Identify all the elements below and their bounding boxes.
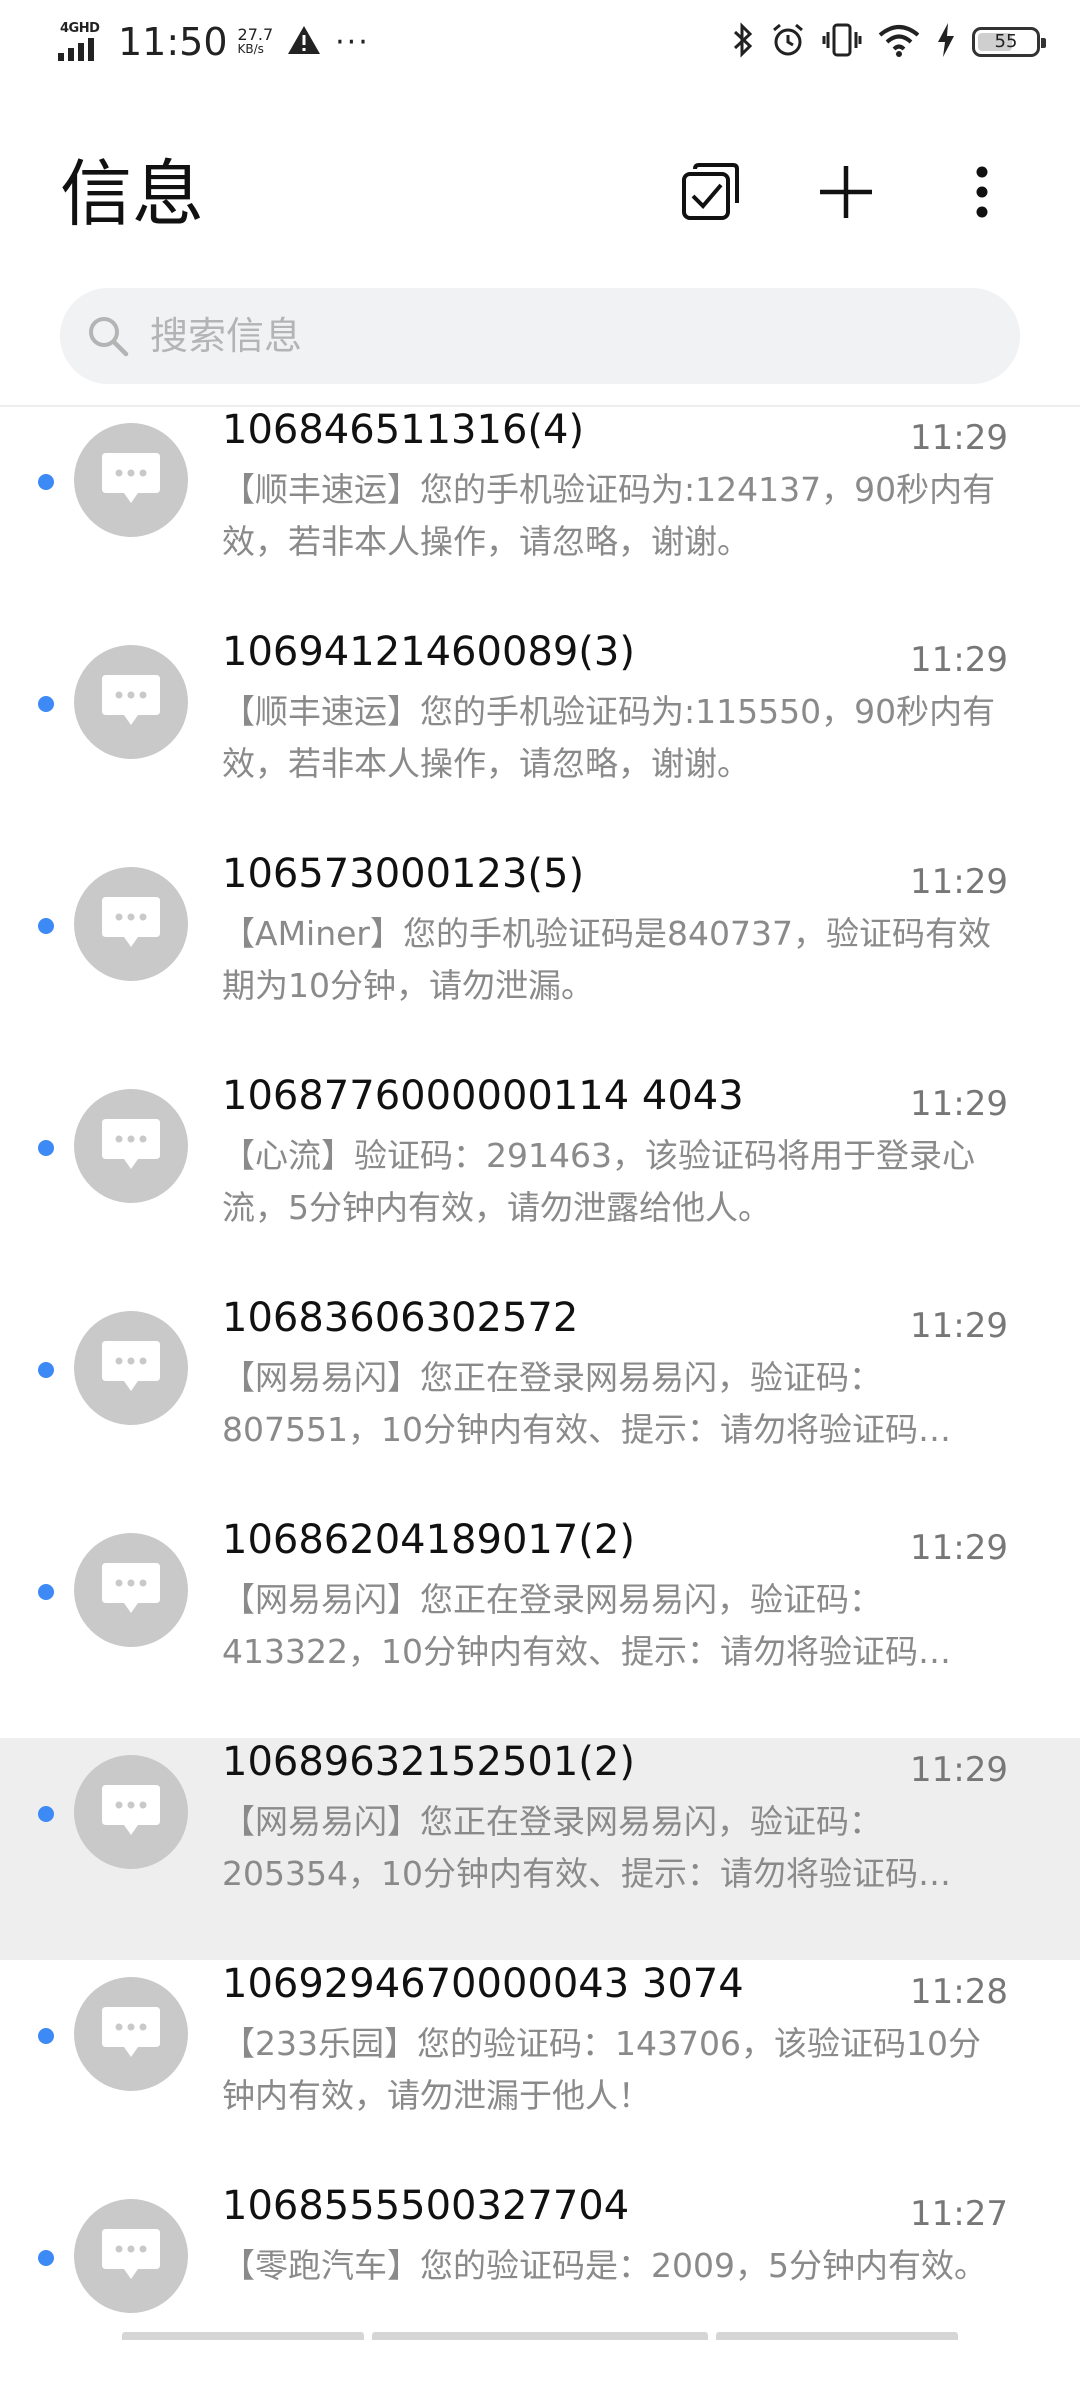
wifi-icon: [878, 23, 920, 61]
warning-icon: [287, 25, 321, 59]
signal-icon: 4GHD: [58, 21, 106, 63]
message-time: 11:29: [910, 1528, 1008, 1568]
message-avatar-icon: [74, 1977, 188, 2091]
more-options-button[interactable]: [940, 150, 1024, 234]
search-bar[interactable]: [60, 288, 1020, 384]
message-time: 11:28: [910, 1972, 1008, 2012]
message-preview: 【顺丰速运】您的手机验证码为:124137，90秒内有效，若非本人操作，请忽略，…: [222, 470, 996, 561]
network-type: 4GHD: [60, 21, 100, 36]
more-notifications-icon: ···: [335, 24, 370, 60]
message-preview: 【233乐园】您的验证码：143706，该验证码10分钟内有效，请勿泄漏于他人！: [222, 2024, 981, 2115]
conversation-row[interactable]: 1069294670000043 3074 11:28 【233乐园】您的验证码…: [0, 1960, 1080, 2182]
search-icon: [86, 313, 132, 359]
message-preview: 【网易易闪】您正在登录网易易闪，验证码：413322，10分钟内有效、提示：请勿…: [222, 1580, 951, 1671]
unread-dot: [38, 1806, 54, 1822]
message-avatar-icon: [74, 1311, 188, 1425]
conversation-row[interactable]: 1068776000000114 4043 11:29 【心流】验证码：2914…: [0, 1072, 1080, 1294]
message-time: 11:29: [910, 1750, 1008, 1790]
add-icon: [820, 166, 872, 218]
sender-name: 106573000123(5): [222, 851, 585, 897]
message-time: 11:29: [910, 1084, 1008, 1124]
message-avatar-icon: [74, 1533, 188, 1647]
message-time: 11:29: [910, 862, 1008, 902]
conversation-row[interactable]: 10689632152501(2) 11:29 【网易易闪】您正在登录网易易闪，…: [0, 1738, 1080, 1960]
sender-name: 10689632152501(2): [222, 1739, 635, 1785]
more-vert-icon: [976, 166, 988, 218]
alarm-icon: [770, 22, 806, 62]
sender-name: 1068776000000114 4043: [222, 1073, 744, 1119]
sender-name: 10683606302572: [222, 1295, 579, 1341]
message-time: 11:29: [910, 418, 1008, 458]
battery-level: 55: [994, 31, 1018, 52]
sender-name: 106846511316(4): [222, 407, 585, 453]
multi-select-icon: [682, 163, 739, 220]
battery-icon: 55: [972, 27, 1046, 57]
unread-dot: [38, 2250, 54, 2266]
conversation-row[interactable]: 10683606302572 11:29 【网易易闪】您正在登录网易易闪，验证码…: [0, 1294, 1080, 1516]
message-time: 11:29: [910, 640, 1008, 680]
unread-dot: [38, 1362, 54, 1378]
search-input[interactable]: [148, 313, 972, 359]
message-avatar-icon: [74, 867, 188, 981]
message-preview: 【网易易闪】您正在登录网易易闪，验证码：205354，10分钟内有效、提示：请勿…: [222, 1802, 951, 1893]
status-bar: 4GHD 11:50 27.7 KB/s ··· 55: [0, 0, 1080, 84]
message-preview: 【顺丰速运】您的手机验证码为:115550，90秒内有效，若非本人操作，请忽略，…: [222, 692, 996, 783]
multi-select-button[interactable]: [668, 150, 752, 234]
message-preview: 【网易易闪】您正在登录网易易闪，验证码：807551，10分钟内有效、提示：请勿…: [222, 1358, 951, 1449]
message-preview: 【心流】验证码：291463，该验证码将用于登录心流，5分钟内有效，请勿泄露给他…: [222, 1136, 975, 1227]
message-avatar-icon: [74, 645, 188, 759]
sender-name: 10694121460089(3): [222, 629, 635, 675]
bottom-edge: [0, 2332, 1080, 2340]
conversation-row[interactable]: 1068555500327704 11:27 【零跑汽车】您的验证码是：2009…: [0, 2182, 1080, 2404]
bluetooth-icon: [732, 22, 754, 62]
charging-icon: [936, 22, 956, 62]
message-avatar-icon: [74, 423, 188, 537]
unread-dot: [38, 2028, 54, 2044]
message-preview: 【AMiner】您的手机验证码是840737，验证码有效期为10分钟，请勿泄漏。: [222, 914, 991, 1005]
message-avatar-icon: [74, 1755, 188, 1869]
unread-dot: [38, 474, 54, 490]
conversation-row[interactable]: 10694121460089(3) 11:29 【顺丰速运】您的手机验证码为:1…: [0, 628, 1080, 850]
conversation-row[interactable]: 10686204189017(2) 11:29 【网易易闪】您正在登录网易易闪，…: [0, 1516, 1080, 1738]
message-preview: 【零跑汽车】您的验证码是：2009，5分钟内有效。: [222, 2246, 987, 2285]
conversation-row[interactable]: 106846511316(4) 11:29 【顺丰速运】您的手机验证码为:124…: [0, 406, 1080, 628]
message-avatar-icon: [74, 1089, 188, 1203]
new-message-button[interactable]: [804, 150, 888, 234]
vibrate-icon: [822, 22, 862, 62]
sender-name: 1069294670000043 3074: [222, 1961, 744, 2007]
message-avatar-icon: [74, 2199, 188, 2313]
unread-dot: [38, 1140, 54, 1156]
sender-name: 10686204189017(2): [222, 1517, 635, 1563]
page-title: 信息: [60, 152, 205, 236]
unread-dot: [38, 696, 54, 712]
message-time: 11:29: [910, 1306, 1008, 1346]
conversation-row[interactable]: 106573000123(5) 11:29 【AMiner】您的手机验证码是84…: [0, 850, 1080, 1072]
status-time: 11:50: [118, 20, 228, 64]
unread-dot: [38, 1584, 54, 1600]
unread-dot: [38, 918, 54, 934]
network-speed: 27.7 KB/s: [237, 25, 274, 57]
sender-name: 1068555500327704: [222, 2183, 630, 2229]
message-time: 11:27: [910, 2194, 1008, 2234]
